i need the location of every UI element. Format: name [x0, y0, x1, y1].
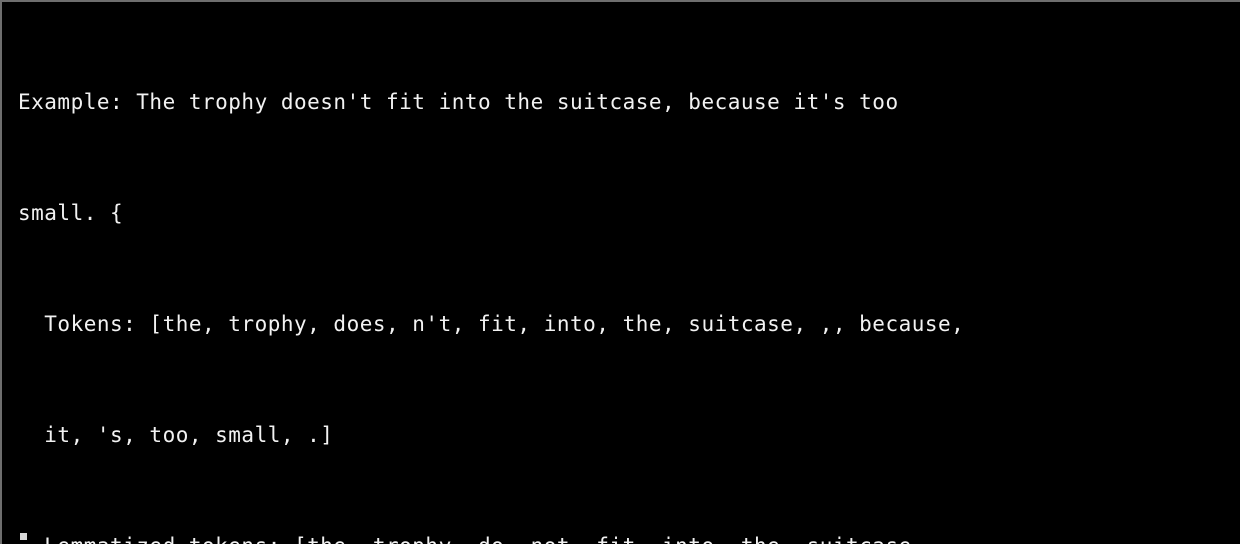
terminal-line: Lemmatized tokens: [the, trophy, do, not… [18, 528, 1240, 544]
terminal-line: Tokens: [the, trophy, does, n't, fit, in… [18, 312, 965, 336]
terminal-line: it, 's, too, small, .] [18, 423, 334, 447]
terminal-line: Example: The trophy doesn't fit into the… [18, 90, 899, 114]
terminal-window[interactable]: Example: The trophy doesn't fit into the… [0, 0, 1240, 544]
terminal-output-text: Example: The trophy doesn't fit into the… [18, 10, 1240, 544]
block-cursor [20, 533, 27, 540]
terminal-line: small. { [18, 201, 124, 225]
